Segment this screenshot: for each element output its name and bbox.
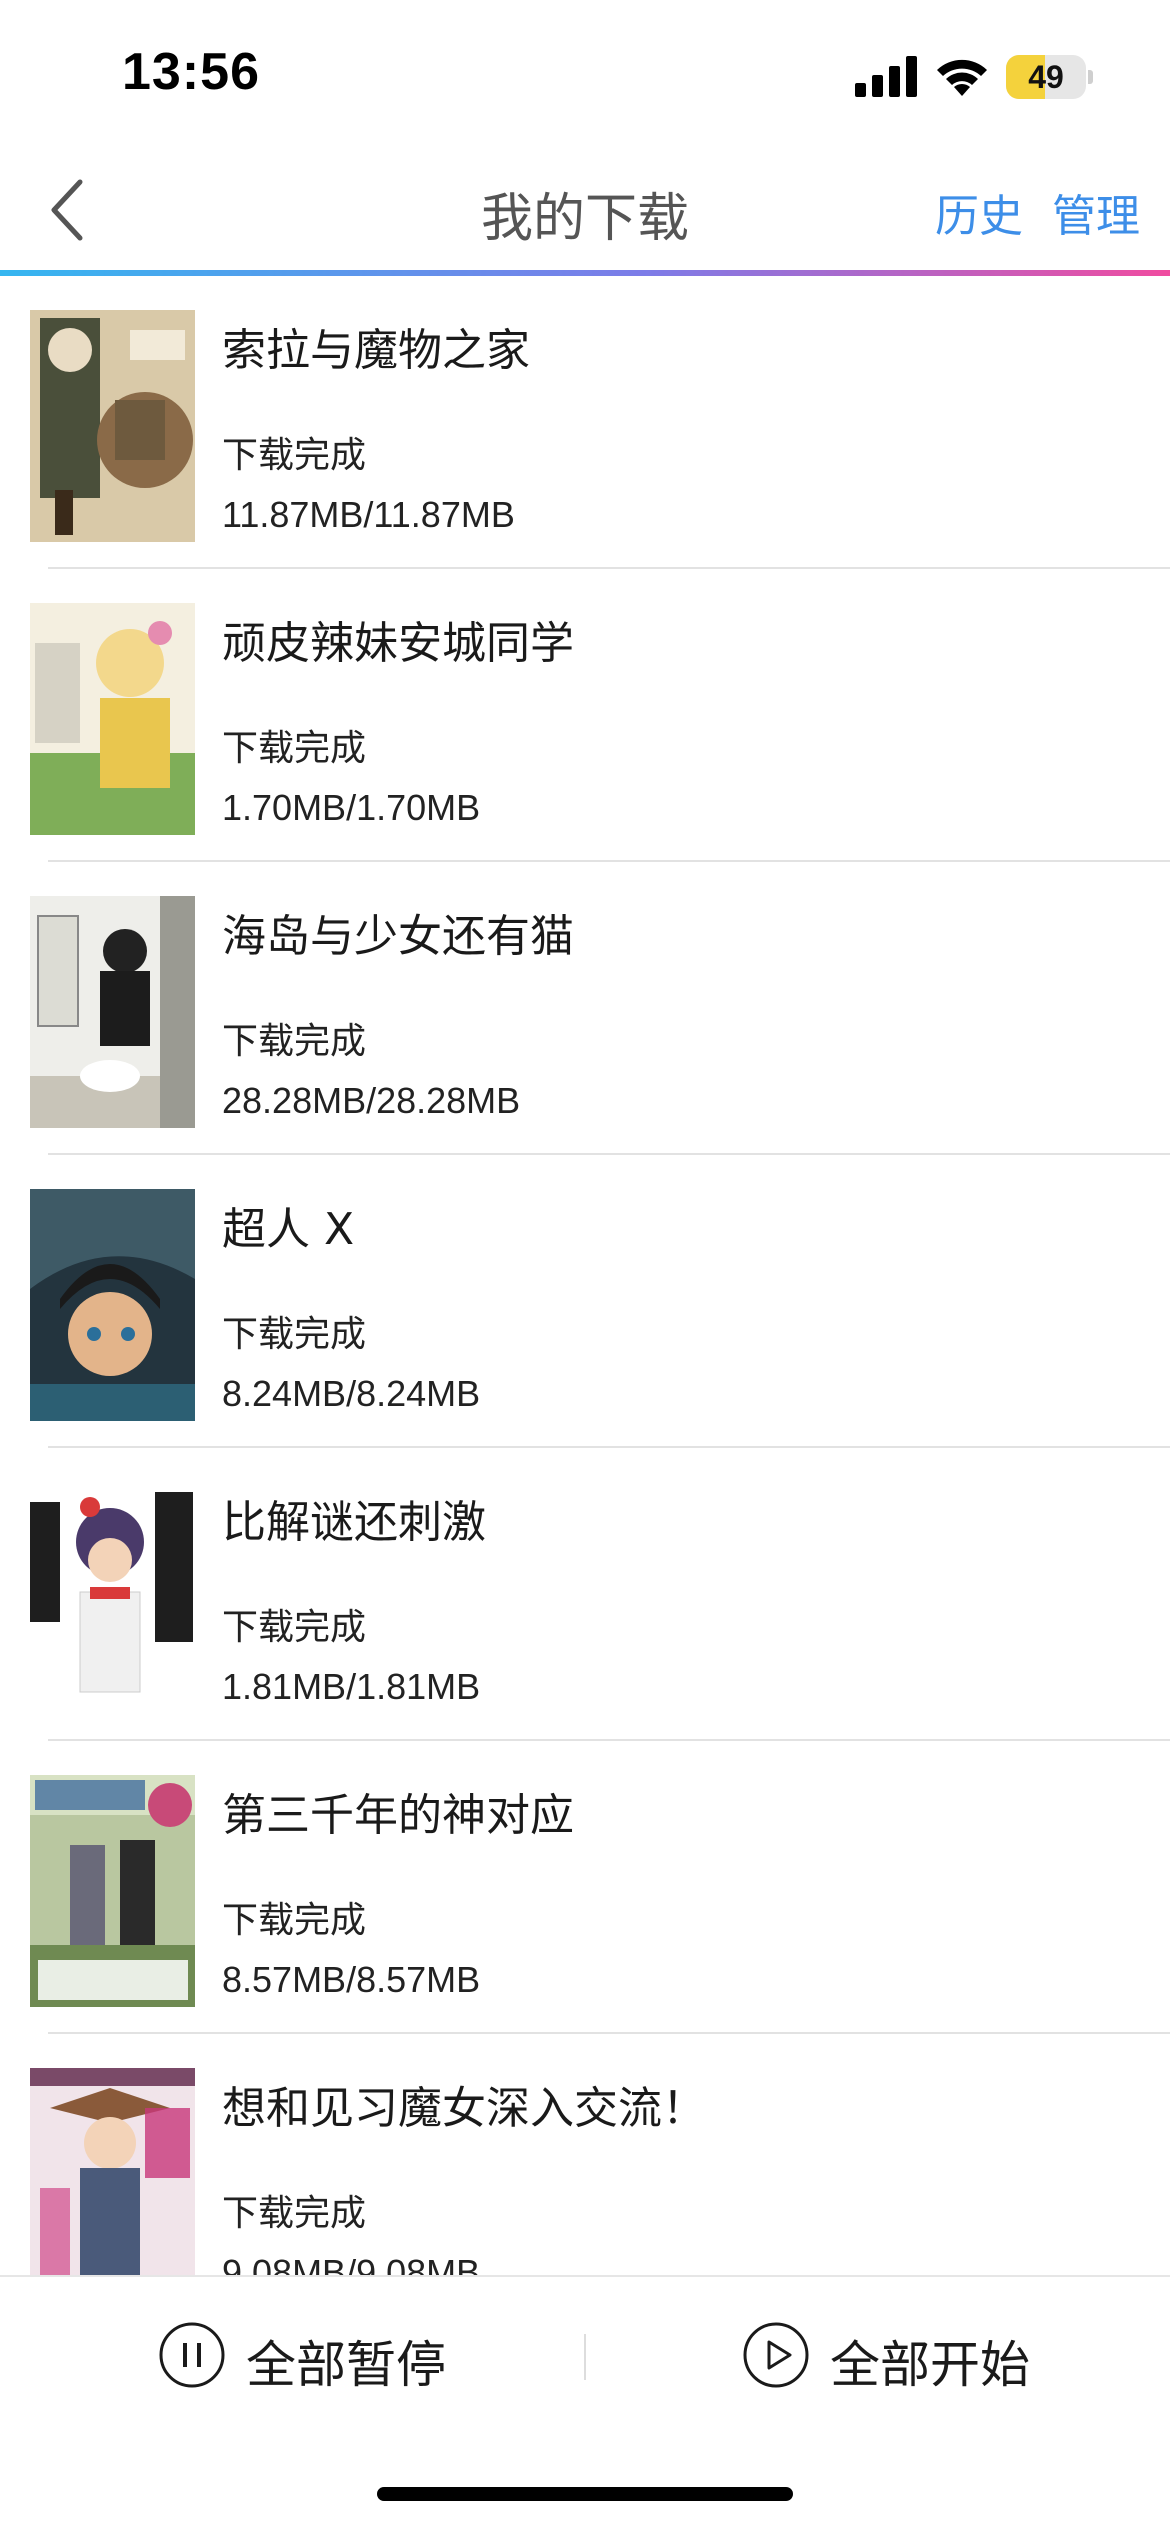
pause-all-button[interactable]: 全部暂停 (158, 2307, 458, 2407)
comic-cover-image (30, 2068, 195, 2275)
download-item[interactable]: 顽皮辣妹安城同学 下载完成 1.70MB/1.70MB (0, 569, 1170, 862)
start-all-button[interactable]: 全部开始 (742, 2307, 1042, 2407)
pause-all-label: 全部暂停 (246, 2336, 446, 2394)
download-status: 下载完成 (222, 1607, 367, 1648)
download-size: 8.57MB/8.57MB (222, 1959, 481, 2000)
download-size: 9.08MB/9.08MB (222, 2252, 481, 2275)
comic-title: 顽皮辣妹安城同学 (222, 618, 574, 669)
comic-cover-image (30, 1189, 195, 1421)
divider (584, 2334, 586, 2380)
download-size: 1.70MB/1.70MB (222, 787, 481, 828)
cellular-signal-icon (855, 55, 917, 97)
download-status: 下载完成 (222, 2193, 367, 2234)
comic-title: 超人 X (222, 1204, 355, 1255)
comic-title: 索拉与魔物之家 (222, 325, 530, 376)
navigation-bar: 我的下载 历史 管理 (0, 150, 1170, 274)
comic-title: 想和见习魔女深入交流！ (222, 2083, 706, 2134)
download-item[interactable]: 海岛与少女还有猫 下载完成 28.28MB/28.28MB (0, 862, 1170, 1155)
home-indicator (377, 2487, 793, 2501)
download-list[interactable]: 索拉与魔物之家 下载完成 11.87MB/11.87MB 顽皮辣妹安城同学 下载… (0, 276, 1170, 2275)
download-item[interactable]: 索拉与魔物之家 下载完成 11.87MB/11.87MB (0, 276, 1170, 569)
download-item[interactable]: 想和见习魔女深入交流！ 下载完成 9.08MB/9.08MB (0, 2034, 1170, 2275)
download-size: 8.24MB/8.24MB (222, 1373, 481, 1414)
download-size: 1.81MB/1.81MB (222, 1666, 481, 1707)
download-status: 下载完成 (222, 435, 367, 476)
download-size: 28.28MB/28.28MB (222, 1080, 521, 1121)
wifi-icon (934, 52, 990, 98)
play-icon (743, 2322, 809, 2388)
download-item[interactable]: 第三千年的神对应 下载完成 8.57MB/8.57MB (0, 1741, 1170, 2034)
comic-title: 比解谜还刺激 (222, 1497, 486, 1548)
download-size: 11.87MB/11.87MB (222, 494, 515, 535)
download-item[interactable]: 超人 X 下载完成 8.24MB/8.24MB (0, 1155, 1170, 1448)
download-status: 下载完成 (222, 728, 367, 769)
comic-cover-image (30, 310, 195, 542)
battery-percentage: 49 (1028, 59, 1064, 95)
download-status: 下载完成 (222, 1021, 367, 1062)
download-status: 下载完成 (222, 1314, 367, 1355)
pause-icon (159, 2322, 225, 2388)
status-bar: 13:56 49 (0, 0, 1170, 150)
battery-icon: 49 (1006, 55, 1093, 99)
download-status: 下载完成 (222, 1900, 367, 1941)
start-all-label: 全部开始 (830, 2336, 1030, 2394)
comic-title: 海岛与少女还有猫 (222, 911, 574, 962)
history-button[interactable]: 历史 (935, 180, 1023, 244)
download-item[interactable]: 比解谜还刺激 下载完成 1.81MB/1.81MB (0, 1448, 1170, 1741)
comic-cover-image (30, 603, 195, 835)
status-time: 13:56 (122, 43, 260, 101)
manage-button[interactable]: 管理 (1052, 180, 1140, 244)
comic-cover-image (30, 896, 195, 1128)
comic-cover-image (30, 1482, 195, 1714)
comic-title: 第三千年的神对应 (222, 1790, 574, 1841)
comic-cover-image (30, 1775, 195, 2007)
